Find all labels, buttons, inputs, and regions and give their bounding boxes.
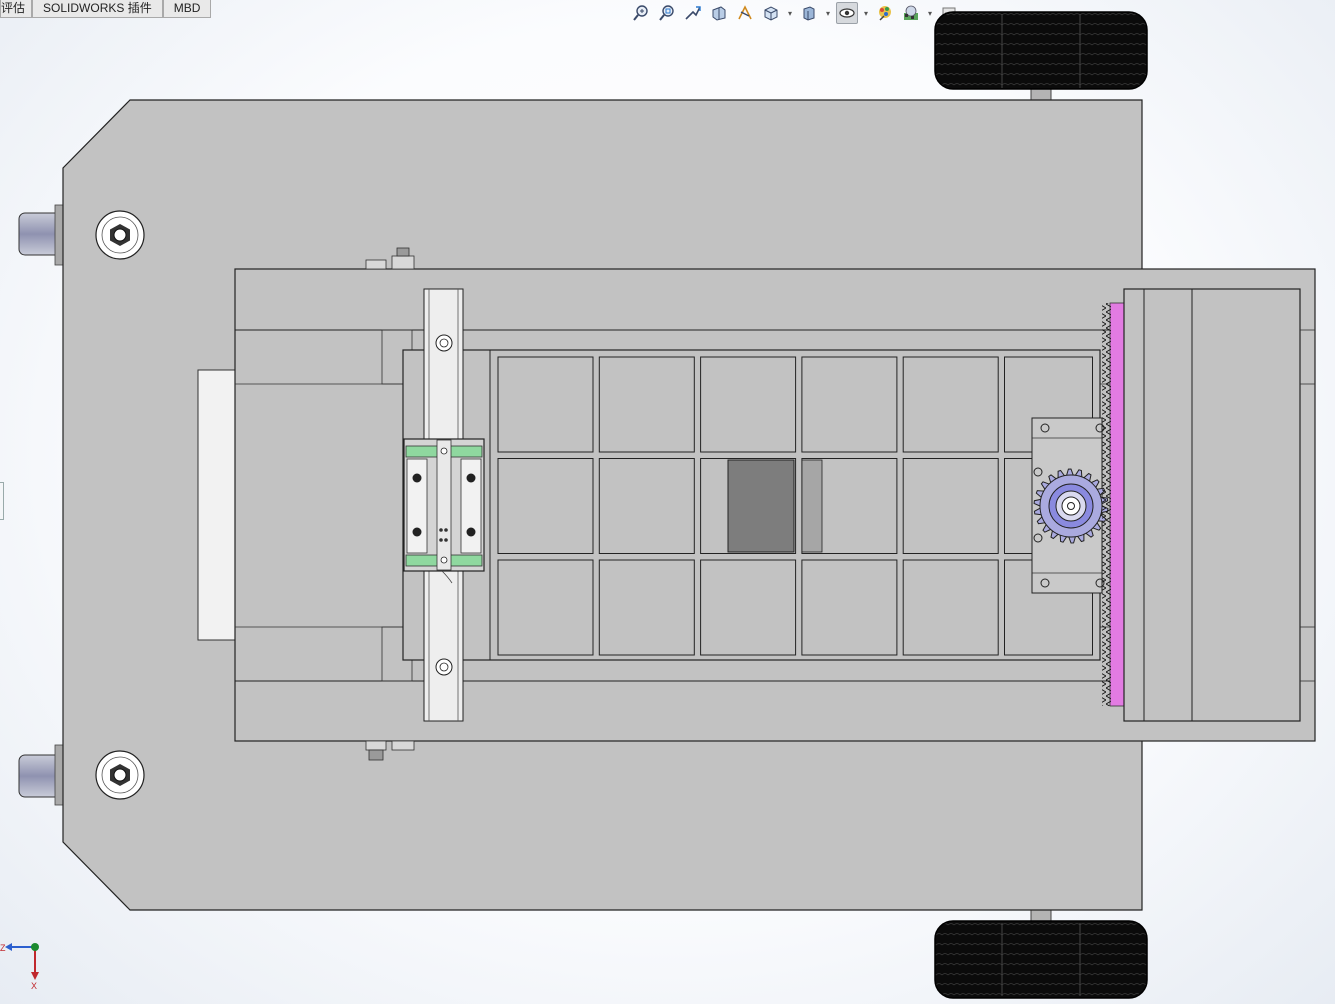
triad-x-label: X [31, 981, 37, 991]
caster-wheel-top[interactable] [18, 204, 64, 266]
end-support-block[interactable] [1123, 288, 1315, 722]
reference-triad: X Z [0, 943, 39, 991]
drive-wheel-top[interactable] [934, 11, 1148, 103]
compartment-insert[interactable] [727, 459, 795, 553]
side-bracket [197, 369, 237, 641]
caster-wheel-bottom[interactable] [18, 744, 64, 806]
graphics-viewport[interactable]: X Z [0, 0, 1335, 1004]
triad-z-label: Z [0, 943, 6, 953]
bolt-top-left [95, 210, 145, 260]
gear-rack[interactable] [1102, 302, 1125, 707]
linear-guide-block[interactable] [403, 438, 485, 584]
drive-wheel-bottom[interactable] [934, 907, 1148, 999]
bolt-bottom-left [95, 750, 145, 800]
